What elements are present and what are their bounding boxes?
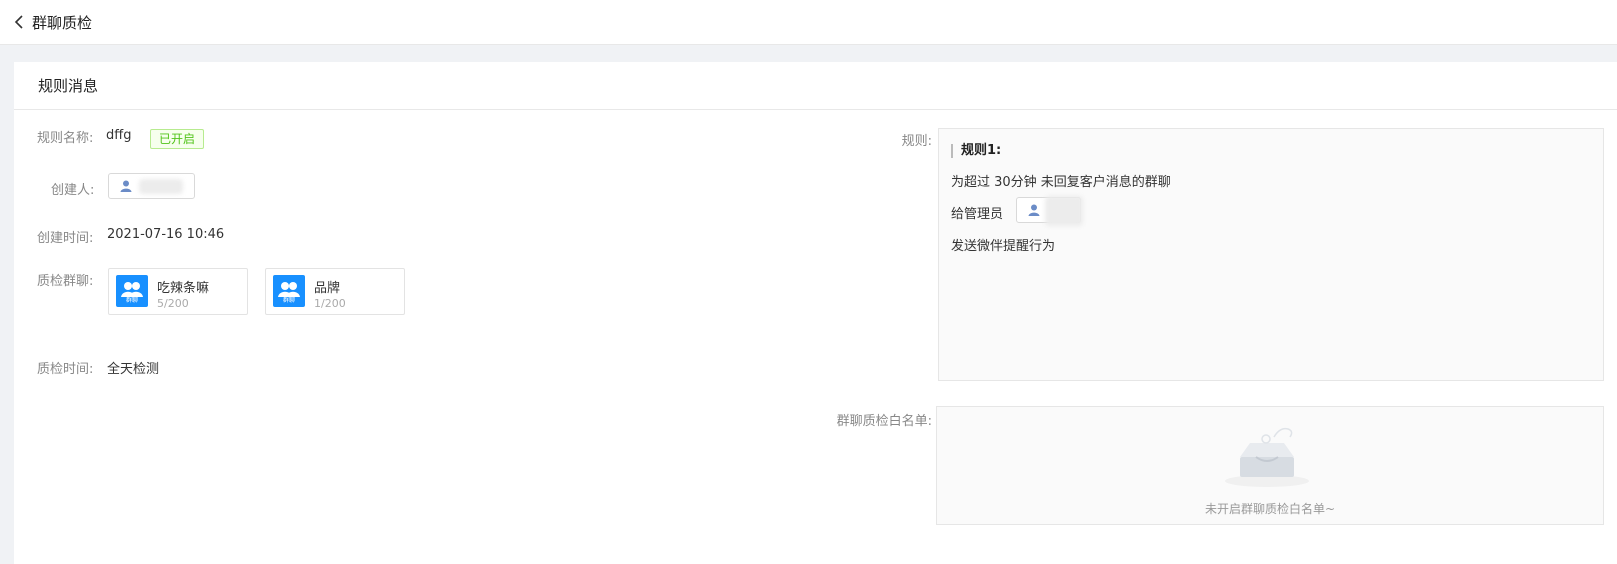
redacted-name xyxy=(139,179,183,194)
user-icon xyxy=(1027,203,1041,217)
groups-label: 质检群聊: xyxy=(37,274,94,289)
inspect-time-value: 全天检测 xyxy=(107,362,160,377)
group-card[interactable]: 群聊 吃辣条嘛 5/200 xyxy=(108,268,248,315)
empty-text: 未开启群聊质检白名单~ xyxy=(1204,502,1336,516)
back-arrow-icon[interactable] xyxy=(14,15,28,29)
creator-chip xyxy=(108,173,195,199)
empty-inbox-icon xyxy=(1225,427,1309,487)
group-count: 1/200 xyxy=(314,297,346,310)
redacted-name xyxy=(1045,196,1083,226)
card-title: 规则消息 xyxy=(14,62,1617,110)
rule-name-label: 规则名称: xyxy=(37,131,94,146)
rule-panel: 规则1: 为超过 30分钟 未回复客户消息的群聊 给管理员 发送微伴提醒行为 xyxy=(938,128,1604,381)
group-avatar: 群聊 xyxy=(273,275,305,307)
rule-notify-prefix: 给管理员 xyxy=(951,207,1004,222)
rule-name-value: dffg xyxy=(106,128,132,143)
group-badge: 群聊 xyxy=(125,297,138,304)
rule-condition: 为超过 30分钟 未回复客户消息的群聊 xyxy=(951,175,1171,190)
status-badge: 已开启 xyxy=(150,129,205,149)
rules-label: 规则: xyxy=(901,134,932,149)
creator-label: 创建人: xyxy=(51,183,95,198)
rule-title: 规则1: xyxy=(951,144,1001,158)
admin-chip xyxy=(1016,196,1083,226)
whitelist-label: 群聊质检白名单: xyxy=(836,414,932,429)
group-name: 吃辣条嘛 xyxy=(157,281,210,296)
group-avatar: 群聊 xyxy=(116,275,148,307)
whitelist-panel: 未开启群聊质检白名单~ xyxy=(936,406,1604,525)
group-card[interactable]: 群聊 品牌 1/200 xyxy=(265,268,405,315)
rule-action: 发送微伴提醒行为 xyxy=(951,239,1056,254)
user-icon xyxy=(119,179,133,193)
group-badge: 群聊 xyxy=(282,297,295,304)
inspect-time-label: 质检时间: xyxy=(37,362,94,377)
page-title: 群聊质检 xyxy=(32,13,93,32)
created-time-label: 创建时间: xyxy=(37,231,94,246)
group-count: 5/200 xyxy=(157,297,189,310)
group-name: 品牌 xyxy=(314,281,341,296)
created-time-value: 2021-07-16 10:46 xyxy=(107,227,225,242)
top-bar: 群聊质检 xyxy=(0,0,1617,45)
